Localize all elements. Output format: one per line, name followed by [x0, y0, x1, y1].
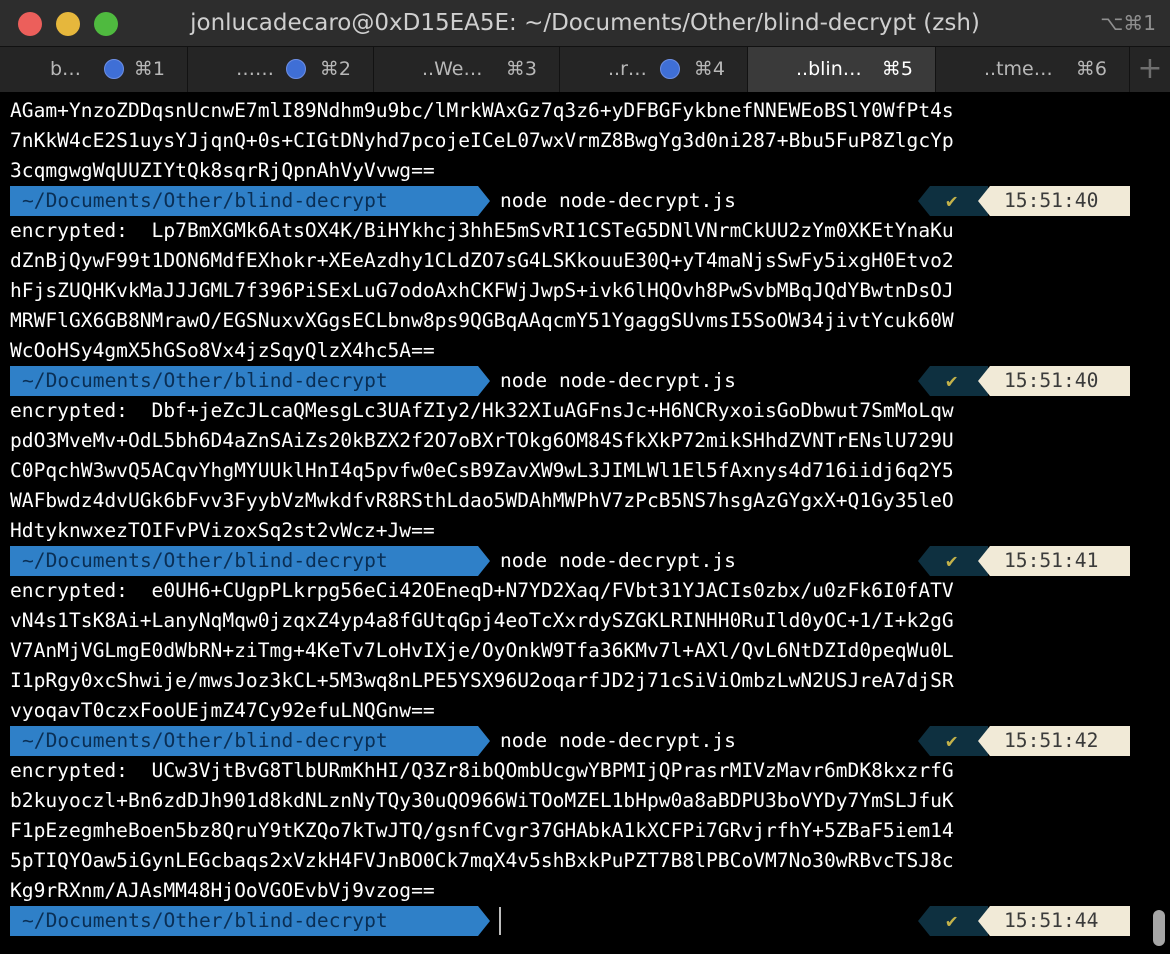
output-line: I1pRgy0xcShwije/mwsJoz3kCL+5M3wq8nLPE5YS…	[10, 669, 954, 692]
output-line: HdtyknwxezTOIFvPVizoxSq2st2vWcz+Jw==	[10, 519, 435, 542]
tab-bar: b… ⌘1 …… ⌘2 ..We… ⌘3 ..r… ⌘4 ..blin… ⌘5 …	[0, 46, 1170, 92]
tab-5[interactable]: ..blin… ⌘5	[748, 47, 936, 92]
output-line: MRWFlGX6GB8NMrawO/EGSNuxvXGgsECLbnw8ps9Q…	[10, 309, 954, 332]
time-segment: 15:51:40	[978, 366, 1130, 396]
new-tab-button[interactable]: +	[1130, 47, 1170, 92]
prompt-path-segment: ~/Documents/Other/blind-decrypt	[10, 906, 490, 936]
prompt-status: ✔ 15:51:40	[918, 186, 1130, 216]
output-line: encrypted: e0UH6+CUgpPLkrpg56eCi42OEneqD…	[10, 579, 954, 602]
output-line: WcOoHSy4gmX5hGSo8Vx4jzSqyQlzX4hc5A==	[10, 339, 435, 362]
output-line: Kg9rRXnm/AJAsMM48HjOoVGOEvbVj9vzog==	[10, 879, 435, 902]
status-segment: ✔	[918, 906, 988, 936]
window-shortcut: ⌥⌘1	[1100, 11, 1156, 35]
terminal-output[interactable]: AGam+YnzoZDDqsnUcnwE7mlI89Ndhm9u9bc/lMrk…	[0, 93, 1170, 954]
tab-shortcut: ⌘2	[319, 58, 351, 80]
prompt-path: ~/Documents/Other/blind-decrypt	[22, 729, 388, 752]
prompt-status: ✔ 15:51:41	[918, 546, 1130, 576]
title-bar: jonlucadecaro@0xD15EA5E: ~/Documents/Oth…	[0, 0, 1170, 46]
output-line: encrypted: UCw3VjtBvG8TlbURmKhHI/Q3Zr8ib…	[10, 759, 954, 782]
time-segment: 15:51:41	[978, 546, 1130, 576]
prompt-path: ~/Documents/Other/blind-decrypt	[22, 909, 388, 932]
activity-dot-icon	[286, 59, 306, 79]
text-cursor	[499, 907, 501, 935]
terminal-window: jonlucadecaro@0xD15EA5E: ~/Documents/Oth…	[0, 0, 1170, 954]
tab-label: ..blin…	[796, 58, 862, 80]
tab-6[interactable]: ..tme… ⌘6	[936, 47, 1130, 92]
prompt-path: ~/Documents/Other/blind-decrypt	[22, 189, 388, 212]
tab-label: ..We…	[422, 58, 483, 80]
tab-shortcut: ⌘6	[1075, 58, 1107, 80]
prompt-path-segment: ~/Documents/Other/blind-decrypt	[10, 726, 490, 756]
tab-shortcut: ⌘1	[133, 58, 165, 80]
tab-shortcut: ⌘3	[505, 58, 537, 80]
prompt-path-segment: ~/Documents/Other/blind-decrypt	[10, 366, 490, 396]
status-segment: ✔	[918, 186, 988, 216]
tab-label: ……	[236, 58, 274, 80]
checkmark-icon: ✔	[946, 730, 958, 752]
time-segment: 15:51:42	[978, 726, 1130, 756]
status-segment: ✔	[918, 366, 988, 396]
status-segment: ✔	[918, 726, 988, 756]
command-text: node node-decrypt.js	[500, 369, 736, 392]
prompt-time: 15:51:40	[1004, 189, 1099, 212]
output-line: V7AnMjVGLmgE0dWbRN+ziTmg+4KeTv7LoHvIXje/…	[10, 639, 954, 662]
output-line: 3cqmgwgWqUUZIYtQk8sqrRjQpnAhVyVvwg==	[10, 159, 435, 182]
time-segment: 15:51:44	[978, 906, 1130, 936]
window-title: jonlucadecaro@0xD15EA5E: ~/Documents/Oth…	[190, 10, 980, 36]
output-line: F1pEzegmheBoen5bz8QruY9tKZQo7kTwJTQ/gsnf…	[10, 819, 954, 842]
output-line: dZnBjQywF99t1DON6MdfEXhokr+XEeAzdhy1CLdZ…	[10, 249, 954, 272]
output-line: WAFbwdz4dvUGk6bFvv3FyybVzMwkdfvR8RSthLda…	[10, 489, 954, 512]
output-line: vyoqavT0czxFooUEjmZ47Cy92efuLNQGnw==	[10, 699, 435, 722]
checkmark-icon: ✔	[946, 550, 958, 572]
tab-shortcut: ⌘5	[881, 58, 913, 80]
tab-1[interactable]: b… ⌘1	[0, 47, 188, 92]
checkmark-icon: ✔	[946, 370, 958, 392]
prompt-time: 15:51:44	[1004, 909, 1099, 932]
prompt-status: ✔ 15:51:40	[918, 366, 1130, 396]
output-line: 7nKkW4cE2S1uysYJjqnQ+0s+CIGtDNyhd7pcojeI…	[10, 129, 954, 152]
prompt-time: 15:51:42	[1004, 729, 1099, 752]
tab-4[interactable]: ..r… ⌘4	[560, 47, 748, 92]
tab-shortcut: ⌘4	[693, 58, 725, 80]
status-segment: ✔	[918, 546, 988, 576]
prompt-status: ✔ 15:51:42	[918, 726, 1130, 756]
output-line: b2kuyoczl+Bn6zdDJh901d8kdNLznNyTQy30uQO9…	[10, 789, 954, 812]
time-segment: 15:51:40	[978, 186, 1130, 216]
prompt-path-segment: ~/Documents/Other/blind-decrypt	[10, 546, 490, 576]
output-line: vN4s1TsK8Ai+LanyNqMqw0jzqxZ4yp4a8fGUtqGp…	[10, 609, 954, 632]
checkmark-icon: ✔	[946, 910, 958, 932]
tab-label: ..tme…	[984, 58, 1053, 80]
activity-dot-icon	[660, 59, 680, 79]
activity-dot-icon	[104, 59, 124, 79]
prompt-path-segment: ~/Documents/Other/blind-decrypt	[10, 186, 490, 216]
prompt-time: 15:51:41	[1004, 549, 1099, 572]
output-line: hFjsZUQHKvkMaJJJGML7f396PiSExLuG7odoAxhC…	[10, 279, 954, 302]
prompt-time: 15:51:40	[1004, 369, 1099, 392]
tab-3[interactable]: ..We… ⌘3	[374, 47, 560, 92]
prompt-status: ✔ 15:51:44	[918, 906, 1130, 936]
command-text: node node-decrypt.js	[500, 729, 736, 752]
scrollbar-thumb[interactable]	[1153, 910, 1165, 946]
output-line: C0PqchW3wvQ5ACqvYhgMYUUklHnI4q5pvfw0eCsB…	[10, 459, 954, 482]
prompt-path: ~/Documents/Other/blind-decrypt	[22, 369, 388, 392]
tab-2[interactable]: …… ⌘2	[188, 47, 374, 92]
checkmark-icon: ✔	[946, 190, 958, 212]
output-line: encrypted: Lp7BmXGMk6AtsOX4K/BiHYkhcj3hh…	[10, 219, 954, 242]
prompt-path: ~/Documents/Other/blind-decrypt	[22, 549, 388, 572]
output-line: 5pTIQYOaw5iGynLEGcbaqs2xVzkH4FVJnBO0Ck7m…	[10, 849, 954, 872]
output-line: encrypted: Dbf+jeZcJLcaQMesgLc3UAfZIy2/H…	[10, 399, 954, 422]
tab-label: ..r…	[608, 58, 647, 80]
command-text: node node-decrypt.js	[500, 189, 736, 212]
output-line: pdO3MveMv+OdL5bh6D4aZnSAiZs20kBZX2f2O7oB…	[10, 429, 954, 452]
command-text: node node-decrypt.js	[500, 549, 736, 572]
tab-label: b…	[50, 58, 82, 80]
output-line: AGam+YnzoZDDqsnUcnwE7mlI89Ndhm9u9bc/lMrk…	[10, 99, 954, 122]
